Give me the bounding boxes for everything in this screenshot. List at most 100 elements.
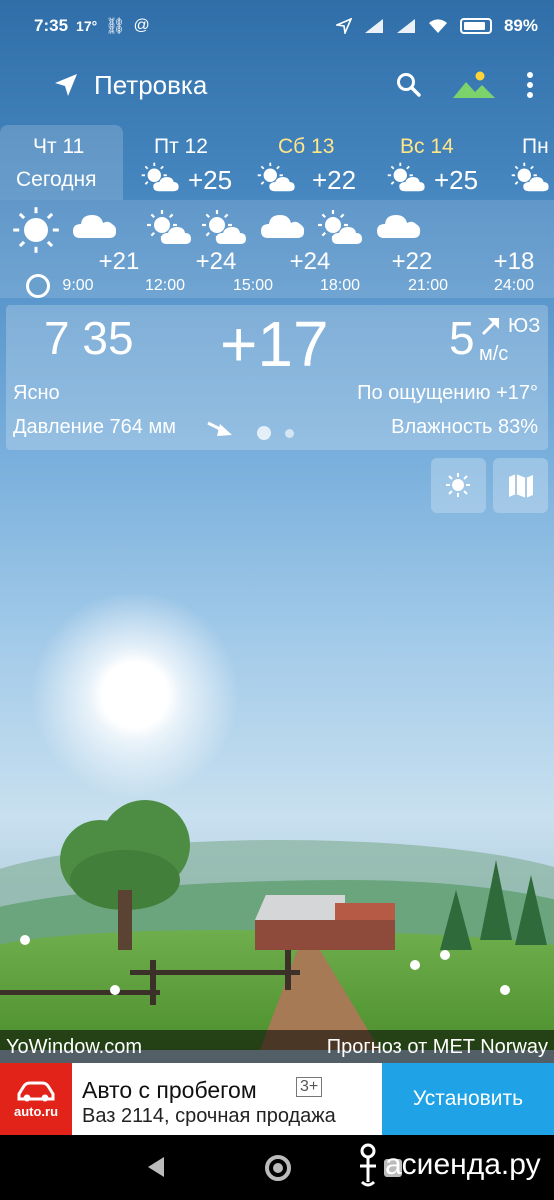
flower: [500, 985, 510, 995]
location-status-icon: [335, 18, 352, 34]
yowindow-link[interactable]: YoWindow.com: [6, 1036, 142, 1059]
landscape-button[interactable]: [452, 70, 496, 100]
weather-screen: 7:35 17° ⛓ @ 89% Петровка Чт 11 Сегодня …: [0, 0, 554, 1200]
watermark-logo-icon: [360, 1143, 376, 1187]
wind-unit: м/с: [479, 343, 509, 365]
hour-temp: +24: [289, 248, 331, 275]
hour-temp: +21: [98, 248, 140, 275]
ad-age-rating: 3+: [296, 1077, 323, 1097]
flower: [110, 985, 120, 995]
status-time: 7:35: [34, 16, 69, 35]
battery-percent: 89%: [503, 16, 538, 35]
app-header: Петровка: [0, 55, 554, 115]
farm-house: [255, 895, 395, 950]
current-temp: +17: [220, 308, 329, 380]
location-arrow-icon[interactable]: [52, 71, 80, 99]
hour-temp: +18: [493, 248, 535, 275]
day-tab-sun[interactable]: Вс 14 +25: [372, 125, 490, 200]
cloud-icon: [72, 212, 118, 245]
sun-cloud-icon: [200, 208, 250, 253]
humidity: Влажность 83%: [391, 416, 538, 438]
condition-text: Ясно: [13, 382, 60, 404]
ad-title: Авто с пробегом: [82, 1077, 257, 1103]
forecast-source[interactable]: Прогноз от MET Norway: [327, 1036, 548, 1059]
more-menu-button[interactable]: [526, 72, 534, 98]
sun-icon: [12, 206, 60, 259]
pressure: Давление 764 мм: [13, 416, 176, 438]
wind-speed: 5: [449, 312, 475, 364]
cloud-icon: [260, 212, 306, 245]
feels-like: По ощущению +17°: [357, 382, 538, 404]
location-title[interactable]: Петровка: [94, 70, 207, 101]
pine-tree: [515, 875, 547, 945]
pager-dot-active: [257, 426, 271, 440]
wifi-icon: [428, 19, 447, 33]
hour-time: 18:00: [319, 277, 361, 294]
pine-tree: [440, 890, 472, 950]
status-temp: 17°: [76, 18, 98, 34]
signal-icon: [364, 19, 383, 33]
day-tab-temp: +25: [188, 165, 233, 195]
flower: [20, 935, 30, 945]
map-icon: [508, 473, 533, 498]
current-time: 7 35: [44, 312, 134, 364]
cloud-icon: [376, 212, 422, 245]
at-icon: @: [133, 17, 150, 34]
hour-temp: +22: [391, 248, 433, 275]
sun-cloud-icon: [145, 208, 195, 253]
sun-cloud-icon: [510, 161, 552, 200]
install-button[interactable]: Установить: [382, 1063, 554, 1135]
sun-cloud-icon: [386, 161, 428, 200]
battery-icon: [459, 18, 492, 34]
sun-cloud-icon: [256, 161, 298, 200]
flower: [440, 950, 450, 960]
search-icon: [397, 73, 421, 97]
ad-logo-text: auto.ru: [13, 1103, 59, 1119]
day-tabs: Чт 11 Сегодня Пт 12 +25 Сб 13 +22 Вс 14 …: [0, 125, 554, 200]
ad-banner[interactable]: auto.ru Авто с пробегом 3+ Ваз 2114, сро…: [0, 1063, 554, 1135]
day-tab-fri[interactable]: Пт 12 +25: [128, 125, 246, 200]
hourly-forecast[interactable]: +21 +24 +24 +22 +18 9:00 12:00 15:00 18:…: [0, 200, 554, 298]
pine-tree: [480, 860, 512, 940]
fence: [0, 950, 300, 1005]
day-tab-temp: +25: [434, 165, 479, 195]
sun-cloud-icon: [316, 208, 366, 253]
wind-direction: ЮЗ: [508, 315, 541, 337]
watermark-text: асиенда.ру: [385, 1148, 541, 1181]
day-tab-temp: +22: [312, 165, 357, 195]
landscape-icon: [453, 71, 495, 98]
nav-home-button[interactable]: [265, 1155, 291, 1181]
hour-temp: +24: [195, 248, 237, 275]
flower: [410, 960, 420, 970]
hour-time: 24:00: [493, 277, 535, 294]
status-bar: 7:35 17° ⛓ @ 89%: [0, 0, 554, 52]
day-tab-label: Чт 11: [33, 135, 85, 158]
credits-bar: YoWindow.com Прогноз от MET Norway: [0, 1030, 554, 1064]
ad-subtitle: Ваз 2114, срочная продажа: [82, 1105, 336, 1127]
hour-time: 12:00: [144, 277, 186, 294]
sun-glow: [30, 590, 240, 800]
pressure-trend-arrow-icon: [207, 421, 232, 436]
signal-icon: [396, 19, 415, 33]
day-tab-label: Пт 12: [154, 135, 208, 158]
watermark: асиенда.ру: [355, 1142, 541, 1188]
day-tab-label: Пн: [522, 135, 549, 158]
day-tab-today[interactable]: Чт 11 Сегодня: [0, 125, 123, 200]
day-tab-label: Вс 14: [400, 135, 454, 158]
auto-ru-logo: auto.ru: [0, 1063, 72, 1135]
day-tab-mon[interactable]: Пн: [494, 125, 554, 200]
nav-back-button[interactable]: [148, 1157, 164, 1177]
search-button[interactable]: [396, 72, 422, 98]
day-tab-sat[interactable]: Сб 13 +22: [250, 125, 368, 200]
hour-time: 15:00: [232, 277, 274, 294]
more-vert-icon: [527, 72, 533, 98]
current-conditions-panel[interactable]: 7 35 +17 5 ЮЗ м/с Ясно По ощущению +17° …: [6, 305, 548, 450]
hour-time: 9:00: [62, 277, 94, 294]
oak-tree: [50, 800, 200, 950]
day-tab-label: Сб 13: [278, 135, 335, 158]
map-button[interactable]: [493, 458, 548, 513]
wind-direction-arrow-icon: [481, 318, 499, 336]
sun-orbit-button[interactable]: [431, 458, 486, 513]
sun-orbit-icon: [445, 472, 470, 497]
pager-dot: [285, 429, 294, 438]
